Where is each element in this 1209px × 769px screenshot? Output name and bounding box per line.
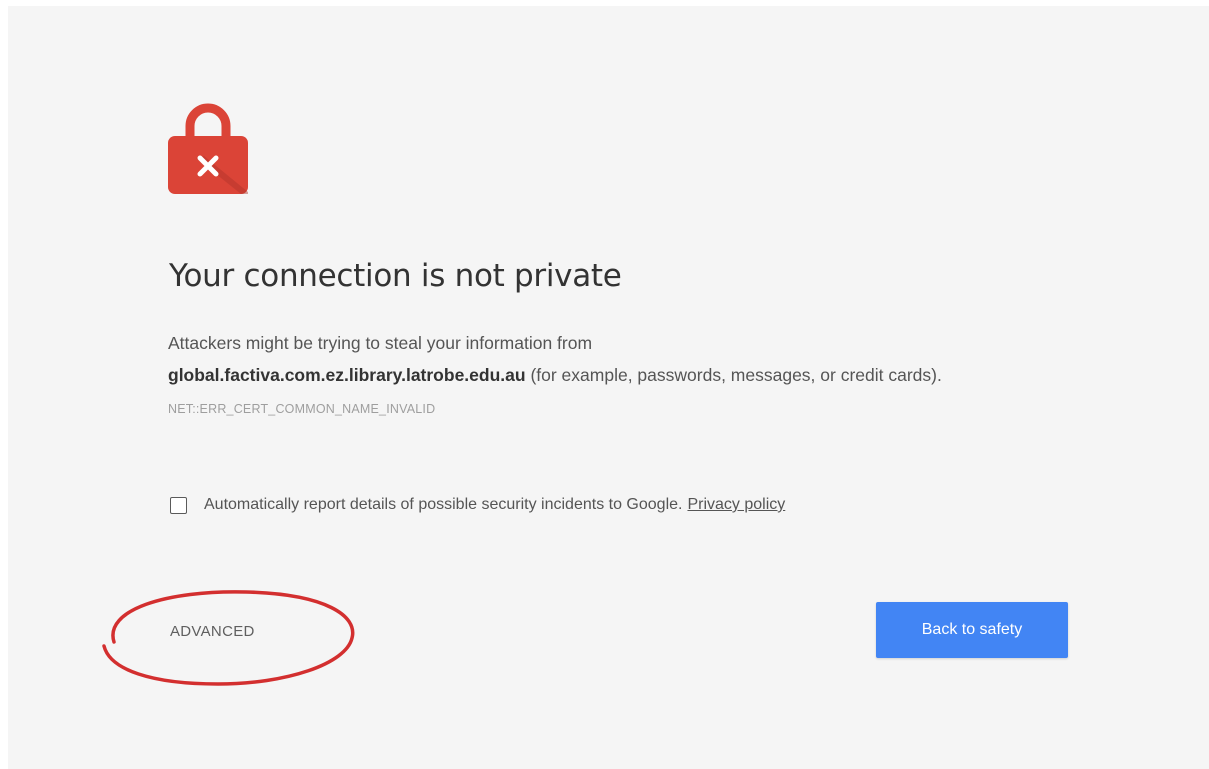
back-to-safety-button[interactable]: Back to safety	[876, 602, 1068, 658]
report-label: Automatically report details of possible…	[204, 496, 683, 513]
annotation-ellipse	[102, 590, 355, 686]
broken-lock-icon	[168, 103, 248, 194]
description-suffix: (for example, passwords, messages, or cr…	[530, 365, 942, 385]
error-description: Attackers might be trying to steal your …	[168, 327, 1048, 425]
host-name: global.factiva.com.ez.library.latrobe.ed…	[168, 365, 526, 385]
error-code: NET::ERR_CERT_COMMON_NAME_INVALID	[168, 402, 436, 416]
description-prefix: Attackers might be trying to steal your …	[168, 333, 593, 353]
page-title: Your connection is not private	[169, 258, 622, 294]
privacy-policy-link[interactable]: Privacy policy	[687, 496, 785, 514]
checkbox-icon[interactable]	[170, 496, 187, 514]
report-option: Automatically report details of possible…	[170, 496, 785, 514]
